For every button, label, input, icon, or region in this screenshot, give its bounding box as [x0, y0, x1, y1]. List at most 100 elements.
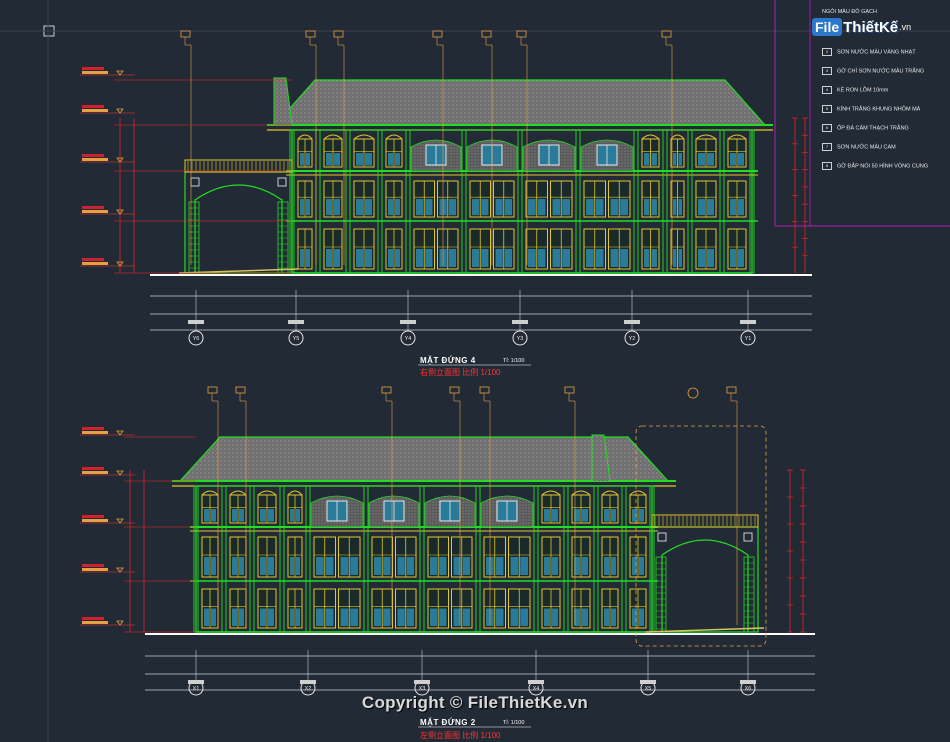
callout-box	[661, 30, 672, 38]
axis-label: X2	[305, 686, 312, 692]
window-glass	[495, 199, 503, 216]
window-glass	[673, 153, 677, 166]
elevation-2: X1 X2 X3 X4 X5 X6	[124, 386, 815, 696]
level-text-b	[82, 568, 108, 571]
window-glass	[604, 557, 609, 575]
window-glass	[562, 199, 570, 216]
window-glass	[528, 249, 536, 267]
window-glass	[610, 249, 619, 267]
level-marker	[80, 105, 135, 114]
column	[719, 129, 725, 274]
window-glass	[406, 608, 414, 627]
window-glass	[528, 199, 536, 216]
window-glass	[738, 199, 744, 216]
legend-item: 6 ỐP ĐÁ CẨM THẠCH TRẮNG	[822, 124, 909, 132]
callout-box	[516, 30, 527, 38]
level-text-b	[82, 71, 108, 74]
window-glass	[738, 249, 744, 267]
window-glass	[334, 153, 340, 166]
window-glass	[326, 249, 332, 267]
wing-block	[190, 177, 200, 187]
window-glass	[495, 557, 504, 575]
axis-label: Y2	[629, 336, 636, 342]
level-text-a	[82, 206, 104, 209]
window-glass	[730, 249, 736, 267]
window-glass	[383, 608, 391, 627]
legend-item-text: KẺ RON LÕM 10mm	[837, 87, 889, 94]
window-glass	[639, 557, 644, 575]
window-glass	[395, 153, 400, 166]
window-glass	[316, 608, 324, 627]
column	[249, 485, 255, 633]
level-text-a	[82, 467, 104, 470]
callout-box	[726, 386, 737, 394]
column	[633, 129, 639, 274]
window-glass	[639, 509, 644, 522]
column	[593, 485, 599, 633]
window-glass	[698, 153, 705, 166]
legend-item: 2 SƠN NƯỚC MÀU VÀNG NHẠT	[822, 48, 916, 56]
window-glass	[388, 199, 393, 216]
window-glass	[698, 199, 705, 216]
window-arch	[601, 490, 619, 496]
window-glass	[586, 199, 594, 216]
window-glass	[306, 249, 310, 267]
axis-label: Y1	[745, 336, 752, 342]
column	[575, 129, 581, 274]
window-glass	[651, 249, 657, 267]
legend-item-text: SƠN NƯỚC MÀU CAM	[837, 144, 896, 151]
window-glass	[340, 608, 349, 627]
window-glass	[416, 249, 424, 267]
window-glass	[738, 153, 744, 166]
window-arch	[297, 134, 313, 140]
legend-item-number: 3	[822, 67, 832, 75]
window-glass	[520, 608, 528, 627]
window-glass	[552, 249, 561, 267]
callout-box	[564, 386, 575, 394]
column	[345, 129, 351, 274]
level-text-a	[82, 515, 104, 518]
callout-box	[381, 386, 392, 394]
window-glass	[707, 249, 714, 267]
window-glass	[537, 199, 546, 216]
wing-pier	[743, 556, 755, 633]
window-glass	[356, 153, 363, 166]
window-glass	[316, 557, 324, 575]
dimension-value	[512, 320, 528, 324]
window-glass	[290, 557, 294, 575]
legend-item-text: GỜ ĐẮP NỔI 50 HÌNH VÒNG CUNG	[837, 163, 929, 170]
legend-item: 8 GỜ ĐẮP NỔI 50 HÌNH VÒNG CUNG	[822, 162, 928, 170]
wing-block	[277, 177, 287, 187]
window-glass	[552, 199, 561, 216]
window-glass	[204, 608, 209, 627]
window-glass	[604, 608, 609, 627]
window-glass	[374, 608, 382, 627]
dimension-value	[740, 320, 756, 324]
legend-item-number: 7	[822, 143, 832, 151]
axis-label: X6	[745, 686, 752, 692]
window-glass	[644, 153, 650, 166]
level-marker	[80, 515, 135, 524]
window-arch	[629, 490, 647, 496]
column	[461, 129, 467, 274]
window-glass	[698, 249, 705, 267]
window-glass	[495, 608, 504, 627]
window-glass	[439, 557, 447, 575]
level-triangle	[116, 470, 124, 476]
window-glass	[644, 199, 650, 216]
roof	[273, 79, 767, 126]
window-glass	[300, 249, 304, 267]
legend-item: 5 KÍNH TRẮNG KHUNG NHÔM MÀ	[822, 105, 920, 113]
window-glass	[406, 557, 414, 575]
window-glass	[356, 249, 363, 267]
window-glass	[537, 249, 546, 267]
window-glass	[268, 608, 274, 627]
level-text-b	[82, 519, 108, 522]
dimension-value	[640, 680, 656, 684]
callout-box	[479, 386, 490, 394]
window-glass	[425, 249, 433, 267]
window-glass	[678, 199, 682, 216]
window-glass	[430, 608, 438, 627]
window-glass	[582, 509, 588, 522]
window-glass	[552, 608, 558, 627]
